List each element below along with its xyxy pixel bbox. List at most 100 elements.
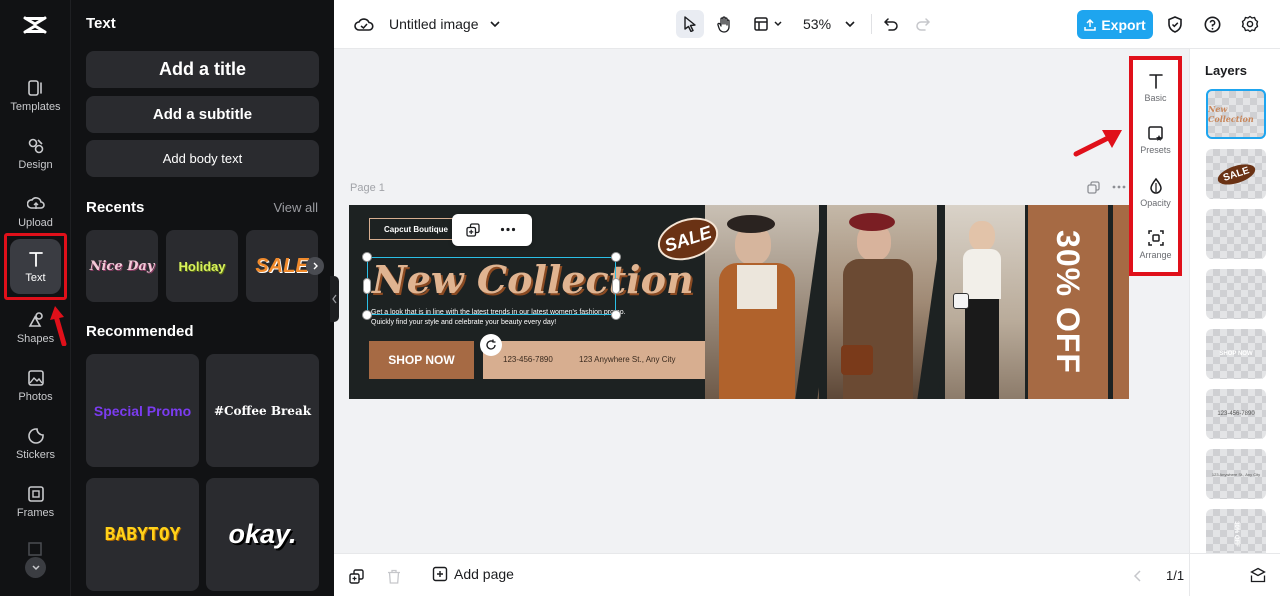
- cloud-save-button[interactable]: [350, 10, 378, 38]
- resize-handle-tr[interactable]: [611, 252, 621, 262]
- resize-handle-br[interactable]: [611, 310, 621, 320]
- add-title-button[interactable]: Add a title: [86, 51, 319, 88]
- view-all-link[interactable]: View all: [273, 200, 318, 215]
- presets-icon: [1147, 126, 1163, 141]
- duplicate-icon[interactable]: [466, 223, 480, 237]
- more-apps-icon: [28, 542, 42, 556]
- recent-item[interactable]: Holiday: [166, 230, 238, 302]
- undo-icon: [883, 18, 898, 31]
- document-title[interactable]: Untitled image: [389, 16, 479, 32]
- phone-text[interactable]: 123-456-7890: [503, 355, 553, 364]
- chevron-down-icon[interactable]: [773, 19, 783, 29]
- model-hat: [727, 215, 775, 233]
- recent-item-label: Nice Day: [89, 258, 155, 274]
- discount-text[interactable]: 30% OFF: [1050, 222, 1087, 382]
- layer-thumb-label: 123-456-7890: [1217, 411, 1255, 417]
- chevron-down-icon[interactable]: [489, 19, 501, 29]
- rail-templates[interactable]: Templates: [0, 68, 71, 124]
- address-text[interactable]: 123 Anywhere St., Any City: [579, 355, 676, 364]
- rail-photos[interactable]: Photos: [0, 358, 71, 414]
- recent-item-label: Holiday: [178, 258, 226, 274]
- recents-next-button[interactable]: [306, 257, 324, 275]
- recommended-item[interactable]: Special Promo: [86, 354, 199, 467]
- export-label: Export: [1101, 16, 1146, 33]
- sale-tag-text: SALE: [661, 221, 714, 256]
- layer-thumb[interactable]: SALE: [1206, 149, 1266, 199]
- layout-button[interactable]: [747, 10, 775, 38]
- rail-expand-button[interactable]: [25, 557, 46, 578]
- prop-basic[interactable]: Basic: [1133, 72, 1178, 103]
- prop-opacity[interactable]: Opacity: [1133, 177, 1178, 208]
- model-bag: [953, 293, 969, 309]
- recommended-item[interactable]: #Coffee Break: [206, 354, 319, 467]
- layer-thumb[interactable]: [1206, 209, 1266, 259]
- add-page-icon: [432, 566, 448, 582]
- brand-box[interactable]: Capcut Boutique: [369, 218, 463, 240]
- model-hat: [849, 213, 895, 231]
- redo-button[interactable]: [909, 10, 937, 38]
- recommended-item[interactable]: okay.: [206, 478, 319, 591]
- layer-thumb[interactable]: 123-456-7890: [1206, 389, 1266, 439]
- layer-thumb-label: SALE: [1214, 159, 1258, 189]
- rail-design[interactable]: Design: [0, 126, 71, 182]
- rotate-icon: [486, 339, 496, 350]
- panel-collapse-handle[interactable]: [330, 276, 339, 322]
- layer-thumb[interactable]: SHOP NOW: [1206, 329, 1266, 379]
- design-canvas[interactable]: 30% OFF Capcut Boutique New Collection G…: [349, 205, 1129, 399]
- prop-label: Basic: [1144, 93, 1167, 103]
- layer-thumb[interactable]: [1206, 269, 1266, 319]
- model-bag: [841, 345, 873, 375]
- contact-bar: 123-456-7890 123 Anywhere St., Any City: [483, 341, 705, 379]
- select-tool-button[interactable]: [676, 10, 704, 38]
- settings-button[interactable]: [1236, 10, 1264, 38]
- shield-button[interactable]: [1161, 10, 1189, 38]
- layer-thumb[interactable]: 123 Anywhere St., Any City: [1206, 449, 1266, 499]
- hand-tool-button[interactable]: [710, 10, 738, 38]
- selection-box[interactable]: [367, 257, 616, 315]
- rail-upload[interactable]: Upload: [0, 184, 71, 240]
- layer-thumb[interactable]: New Collection: [1206, 89, 1266, 139]
- chevron-down-icon: [31, 564, 40, 570]
- rail-label: Upload: [18, 217, 53, 229]
- recent-item[interactable]: Nice Day: [86, 230, 158, 302]
- add-page-button[interactable]: Add page: [432, 566, 514, 582]
- rail-label: Templates: [10, 101, 61, 113]
- layout-icon: [754, 17, 768, 31]
- export-button[interactable]: Export: [1077, 10, 1153, 39]
- prop-presets[interactable]: Presets: [1133, 124, 1178, 155]
- add-subtitle-button[interactable]: Add a subtitle: [86, 96, 319, 133]
- prop-arrange[interactable]: Arrange: [1133, 229, 1178, 260]
- trash-icon[interactable]: [387, 569, 401, 584]
- layer-thumb[interactable]: 30% OFF: [1206, 509, 1266, 559]
- rotate-handle[interactable]: [480, 334, 502, 356]
- duplicate-page-icon[interactable]: [1087, 181, 1100, 194]
- resize-handle-right[interactable]: [612, 278, 620, 294]
- recommended-item[interactable]: BABYTOY: [86, 478, 199, 591]
- arrange-icon: [1147, 230, 1164, 246]
- resize-handle-left[interactable]: [363, 278, 371, 294]
- chevron-down-icon[interactable]: [844, 19, 856, 29]
- help-button[interactable]: [1198, 10, 1226, 38]
- recent-item-label: SALE: [255, 254, 309, 277]
- resize-handle-bl[interactable]: [362, 310, 372, 320]
- resize-handle-tl[interactable]: [362, 252, 372, 262]
- undo-button[interactable]: [877, 10, 905, 38]
- rail-frames[interactable]: Frames: [0, 474, 71, 530]
- body-line: Quickly find your style and celebrate yo…: [371, 319, 557, 326]
- rail-text[interactable]: Text: [4, 233, 67, 300]
- chevron-left-icon[interactable]: [1133, 570, 1143, 582]
- shop-now-button[interactable]: SHOP NOW: [369, 341, 474, 379]
- capcut-logo[interactable]: [22, 12, 48, 38]
- opacity-icon: [1149, 177, 1162, 194]
- page-more-icon[interactable]: [1112, 184, 1126, 190]
- more-options-icon[interactable]: [500, 227, 516, 232]
- hand-icon: [717, 15, 730, 33]
- duplicate-page-icon[interactable]: [349, 569, 364, 584]
- bottom-bar: Add page 1/1: [334, 553, 1212, 596]
- recommended-item-label: Special Promo: [93, 402, 192, 419]
- rail-stickers[interactable]: Stickers: [0, 416, 71, 472]
- add-body-text-button[interactable]: Add body text: [86, 140, 319, 177]
- layers-toggle-icon[interactable]: [1250, 567, 1266, 583]
- model-coat: [843, 259, 913, 399]
- zoom-level[interactable]: 53%: [803, 16, 831, 32]
